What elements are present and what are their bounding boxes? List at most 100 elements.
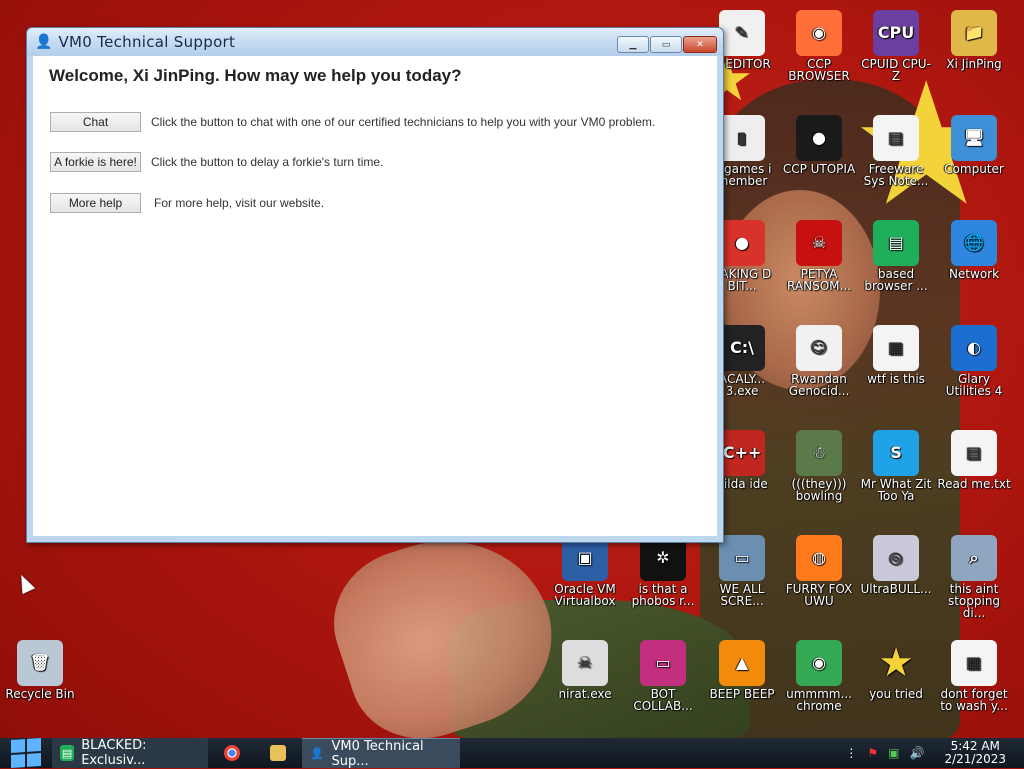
- clock[interactable]: 5:42 AM 2/21/2023: [944, 740, 1006, 766]
- utopia-icon: ●: [796, 115, 842, 161]
- desktop-icon-label: this aint stopping di...: [947, 582, 1001, 620]
- desktop-icon[interactable]: ☃ (((they))) bowling: [781, 430, 857, 502]
- chat-row: Chat Click the button to chat with one o…: [50, 112, 655, 132]
- text-file-icon: ▤: [951, 430, 997, 476]
- close-button[interactable]: ✕: [683, 36, 717, 53]
- desktop-icon[interactable]: S Mr What Zit Too Ya: [858, 430, 934, 502]
- folder-icon: [270, 745, 286, 761]
- taskbar-item-label: BLACKED: Exclusiv...: [81, 738, 147, 768]
- desktop-icon[interactable]: 🌐 Network: [936, 220, 1012, 280]
- support-app-icon: 👤: [35, 34, 53, 50]
- taskbar-item-explorer[interactable]: [256, 738, 300, 768]
- desktop-icon[interactable]: ★ you tried: [858, 640, 934, 700]
- desktop-icon[interactable]: 🗑 Recycle Bin: [2, 640, 78, 700]
- desktop-icon-label: based browser ...: [864, 267, 928, 293]
- taskbar-item-blacked[interactable]: ▤ BLACKED: Exclusiv...: [52, 738, 208, 768]
- devcpp-icon: C++: [719, 430, 765, 476]
- desktop-icon[interactable]: ◐ Glary Utilities 4: [936, 325, 1012, 397]
- desktop-icon[interactable]: ▣ Oracle VM Virtualbox: [547, 535, 623, 607]
- desktop-icon-label: BEEP BEEP: [709, 687, 775, 701]
- desktop-icon[interactable]: ▦ dont forget to wash y...: [936, 640, 1012, 712]
- taskbar-item-label: VM0 Technical Sup...: [331, 738, 424, 769]
- desktop-icon-label: ummmm... chrome: [786, 687, 852, 713]
- desktop-icon[interactable]: ◎ UltraBULL...: [858, 535, 934, 595]
- desktop-icon-label: Xi JinPing: [946, 57, 1002, 71]
- more-help-button[interactable]: More help: [50, 193, 141, 213]
- star-icon: ★: [878, 640, 914, 686]
- desktop-icon[interactable]: 📁 Xi JinPing: [936, 10, 1012, 70]
- desktop-icon[interactable]: ☠ PETYA RANSOM...: [781, 220, 857, 292]
- calendar-doc-icon: ▦: [951, 640, 997, 686]
- windows-logo-icon: [11, 737, 41, 769]
- welcome-heading: Welcome, Xi JinPing. How may we help you…: [49, 66, 462, 85]
- desktop-icon[interactable]: ▤ Freeware Sys Note...: [858, 115, 934, 187]
- desktop-icon-label: Mr What Zit Too Ya: [860, 477, 932, 503]
- skull-icon: ☠: [796, 220, 842, 266]
- desktop-icon[interactable]: 🖥 Computer: [936, 115, 1012, 175]
- display-icon: ▭: [640, 640, 686, 686]
- desktop-icon[interactable]: ✲ is that a phobos r...: [625, 535, 701, 607]
- chrome-icon: ◉: [796, 640, 842, 686]
- overflow-icon[interactable]: ⋮: [845, 746, 857, 760]
- desktop-icon-label: you tried: [869, 687, 923, 701]
- desktop-icon[interactable]: ▲ BEEP BEEP: [704, 640, 780, 700]
- desktop-icon[interactable]: ● CCP UTOPIA: [781, 115, 857, 175]
- action-center-flag-icon[interactable]: ⚑: [867, 746, 878, 760]
- taskbar: ▤ BLACKED: Exclusiv... 👤 VM0 Technical S…: [0, 737, 1024, 769]
- desktop-icon-label: Network: [948, 267, 1000, 281]
- mouse-cursor: [14, 571, 36, 595]
- desktop-icon-label: Computer: [944, 162, 1004, 176]
- desktop-icon[interactable]: ⌕ this aint stopping di...: [936, 535, 1012, 619]
- desktop-icon[interactable]: ◉ CCP BROWSER: [781, 10, 857, 82]
- wizard-icon: ☃: [796, 430, 842, 476]
- desktop-icon-label: UltraBULL...: [860, 582, 932, 596]
- cpuz-icon: CPU: [873, 10, 919, 56]
- desktop-icon-label: wtf is this: [867, 372, 925, 386]
- document-icon: ▤: [873, 115, 919, 161]
- terminal-icon: C:\: [719, 325, 765, 371]
- browser-icon: ◉: [796, 10, 842, 56]
- desktop-icon-label: CCP UTOPIA: [782, 162, 856, 176]
- desktop-icon-label: PETYA RANSOM...: [787, 267, 851, 293]
- games-icon: ▮: [719, 115, 765, 161]
- maximize-button[interactable]: ▭: [650, 36, 682, 53]
- desktop-icon-label: nirat.exe: [558, 687, 612, 701]
- editor-icon: ✎: [719, 10, 765, 56]
- chat-button[interactable]: Chat: [50, 112, 141, 132]
- chrome-icon: [224, 745, 240, 761]
- desktop-icon[interactable]: ▭ WE ALL SCRE...: [704, 535, 780, 607]
- skype-icon: S: [873, 430, 919, 476]
- desktop-icon[interactable]: ☠ nirat.exe: [547, 640, 623, 700]
- firefox-icon: ◍: [796, 535, 842, 581]
- desktop-icon[interactable]: ▦ wtf is this: [858, 325, 934, 385]
- desktop-icon[interactable]: ◍ FURRY FOX UWU: [781, 535, 857, 607]
- window-titlebar[interactable]: 👤 VM0 Technical Support ▁ ▭ ✕: [27, 28, 723, 56]
- taskbar-item-chrome[interactable]: [210, 738, 254, 768]
- desktop-icon-label: Read me.txt: [937, 477, 1011, 491]
- desktop-icon[interactable]: ▭ BOT COLLAB...: [625, 640, 701, 712]
- taskbar-item-vm0-support[interactable]: 👤 VM0 Technical Sup...: [302, 738, 460, 769]
- desktop-icon[interactable]: CPU CPUID CPU-Z: [858, 10, 934, 82]
- chat-icon: ▤: [60, 745, 75, 761]
- forkie-button[interactable]: A forkie is here!: [50, 152, 141, 172]
- computer-icon: 🖥: [951, 115, 997, 161]
- clock-date: 2/21/2023: [944, 752, 1006, 766]
- minimize-button[interactable]: ▁: [617, 36, 649, 53]
- desktop-icon[interactable]: ▤ Read me.txt: [936, 430, 1012, 490]
- support-icon: 👤: [310, 747, 325, 760]
- desktop-icon-label: BOT COLLAB...: [633, 687, 693, 713]
- desktop-icon-label: Recycle Bin: [5, 687, 75, 701]
- support-window: 👤 VM0 Technical Support ▁ ▭ ✕ Welcome, X…: [26, 27, 724, 543]
- start-button[interactable]: [0, 737, 52, 769]
- user-folder-icon: 📁: [951, 10, 997, 56]
- network-icon: 🌐: [951, 220, 997, 266]
- desktop-icon[interactable]: ☺ Rwandan Genocid...: [781, 325, 857, 397]
- window-title: VM0 Technical Support: [58, 33, 236, 51]
- chat-icon: ▤: [873, 220, 919, 266]
- network-tray-icon[interactable]: ▣: [888, 746, 899, 760]
- recycle-bin-icon: 🗑: [17, 640, 63, 686]
- desktop-icon-label: Glary Utilities 4: [945, 372, 1003, 398]
- desktop-icon[interactable]: ◉ ummmm... chrome: [781, 640, 857, 712]
- volume-icon[interactable]: 🔊: [910, 746, 925, 760]
- desktop-icon[interactable]: ▤ based browser ...: [858, 220, 934, 292]
